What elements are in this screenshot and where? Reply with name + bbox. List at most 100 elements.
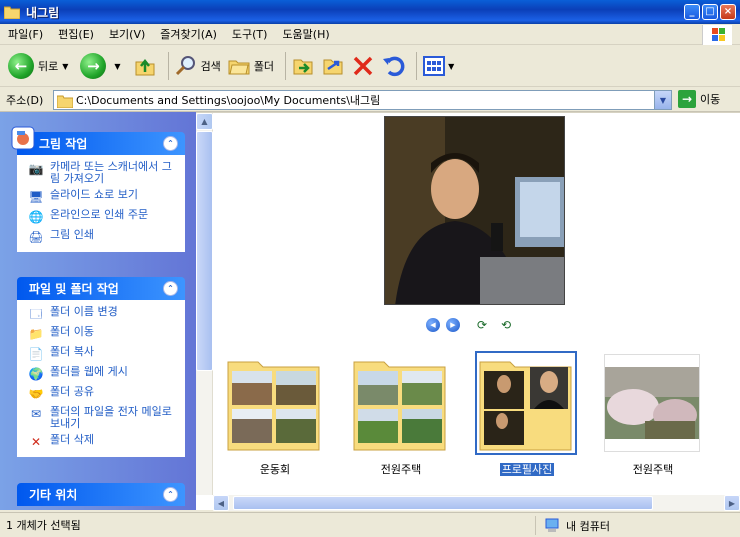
file-tasks-title: 파일 및 폴더 작업 <box>29 282 119 296</box>
task-order-prints-online[interactable]: 🌐 온라인으로 인쇄 주문 <box>28 209 174 225</box>
slideshow-icon: 🖥 <box>28 190 44 204</box>
horizontal-scroll-thumb[interactable] <box>233 496 653 510</box>
task-publish-to-web[interactable]: 🌍 폴더를 웹에 게시 <box>28 366 174 382</box>
thumbnail-item-selected[interactable]: 프로필사진 <box>474 351 580 479</box>
title-bar[interactable]: 내그림 _ □ × <box>0 0 740 24</box>
picture-tasks-body: 📷 카메라 또는 스캐너에서 그림 가져오기 🖥 슬라이드 쇼로 보기 🌐 온라인으로… <box>17 155 185 252</box>
task-label: 폴더 공유 <box>50 385 94 398</box>
up-button[interactable] <box>133 54 157 78</box>
address-input[interactable]: C:\Documents and Settings\oojoo\My Docum… <box>53 90 672 110</box>
folder-icon <box>4 6 20 19</box>
previous-image-icon[interactable]: ◀ <box>426 318 440 332</box>
rotate-counterclockwise-icon[interactable]: ⟲ <box>498 318 514 332</box>
views-button[interactable]: ▼ <box>422 55 460 77</box>
other-places-header[interactable]: 기타 위치 ⌃ <box>17 483 185 506</box>
go-arrow-icon: → <box>678 90 696 108</box>
forward-dropdown-icon[interactable]: ▼ <box>114 62 120 71</box>
camera-icon: 📷 <box>28 162 44 176</box>
file-folder-tasks-panel: 파일 및 폴더 작업 ⌃ 🗔 폴더 이름 변경 📁 폴더 이동 📄 폴더 복사 🌍 폴더… <box>17 277 185 457</box>
task-print-pictures[interactable]: 🖨 그림 인쇄 <box>28 229 174 245</box>
menu-favorites[interactable]: 즐겨찾기(A) <box>160 26 217 42</box>
views-dropdown-icon[interactable]: ▼ <box>448 62 454 71</box>
folder-thumbnail <box>226 354 322 452</box>
status-bar: 1 개체가 선택됨 내 컴퓨터 <box>0 512 740 537</box>
collapse-chevron-icon[interactable]: ⌃ <box>163 136 178 151</box>
windows-logo <box>702 25 732 45</box>
window-title: 내그림 <box>26 5 60 20</box>
picture-tasks-header[interactable]: 그림 작업 ⌃ <box>11 126 185 155</box>
folder-thumbnail <box>475 351 577 455</box>
maximize-button[interactable]: □ <box>702 4 718 20</box>
folder-thumbnail <box>352 354 448 452</box>
close-button[interactable]: × <box>720 4 736 20</box>
minimize-button[interactable]: _ <box>684 4 700 20</box>
task-label: 폴더의 파일을 전자 메일로 보내기 <box>50 405 172 430</box>
scroll-right-button[interactable]: ▶ <box>724 495 740 511</box>
task-rename-folder[interactable]: 🗔 폴더 이름 변경 <box>28 306 174 322</box>
folder-icon <box>353 361 446 451</box>
thumbnail-item[interactable]: 전원주택 <box>600 351 706 479</box>
task-label: 폴더 삭제 <box>50 433 94 446</box>
copy-to-icon <box>323 59 343 75</box>
folders-button[interactable]: 폴더 <box>227 54 274 78</box>
thumbnail-list: 운동회 전원주택 프로필사진 전원주택 <box>222 351 732 479</box>
scroll-up-button[interactable]: ▲ <box>196 113 213 130</box>
delete-button[interactable] <box>351 54 375 78</box>
task-label: 폴더를 웹에 게시 <box>50 365 128 378</box>
menu-file[interactable]: 파일(F) <box>8 26 43 42</box>
other-places-title: 기타 위치 <box>29 488 78 502</box>
task-delete-folder[interactable]: ✕ 폴더 삭제 <box>28 434 174 450</box>
copy-icon: 📄 <box>28 347 44 361</box>
vertical-scroll-thumb[interactable] <box>196 131 213 371</box>
collapse-chevron-icon[interactable]: ⌃ <box>163 281 178 296</box>
collapse-chevron-icon[interactable]: ⌃ <box>163 487 178 502</box>
address-bar: 주소(D) C:\Documents and Settings\oojoo\My… <box>0 88 740 112</box>
status-computer-label: 내 컴퓨터 <box>566 519 610 533</box>
move-folder-icon: 📁 <box>28 327 44 341</box>
vertical-scrollbar[interactable]: ▲ <box>196 113 213 495</box>
thumbnail-item[interactable]: 전원주택 <box>348 351 454 479</box>
views-icon <box>423 56 446 76</box>
task-copy-folder[interactable]: 📄 폴더 복사 <box>28 346 174 362</box>
move-to-icon <box>293 59 313 75</box>
undo-button[interactable] <box>381 54 405 78</box>
horizontal-scrollbar[interactable]: ◀ ▶ <box>213 495 740 511</box>
thumbnail-item[interactable]: 운동회 <box>222 351 328 479</box>
task-move-folder[interactable]: 📁 폴더 이동 <box>28 326 174 342</box>
search-button[interactable]: 검색 <box>174 54 221 78</box>
copy-to-button[interactable] <box>321 54 345 78</box>
web-publish-icon: 🌍 <box>28 367 44 381</box>
back-dropdown-icon[interactable]: ▼ <box>62 62 68 71</box>
address-path: C:\Documents and Settings\oojoo\My Docum… <box>76 94 381 107</box>
forward-button[interactable]: → ▼ <box>80 53 126 79</box>
rotate-clockwise-icon[interactable]: ⟳ <box>474 318 490 332</box>
menu-view[interactable]: 보기(V) <box>109 26 145 42</box>
file-tasks-header[interactable]: 파일 및 폴더 작업 ⌃ <box>17 277 185 300</box>
move-to-button[interactable] <box>291 54 315 78</box>
menu-help[interactable]: 도움말(H) <box>282 26 329 42</box>
task-import-from-camera[interactable]: 📷 카메라 또는 스캐너에서 그림 가져오기 <box>28 161 174 185</box>
folders-icon <box>228 60 250 75</box>
windows-flag-icon <box>712 28 725 41</box>
globe-print-icon: 🌐 <box>28 210 44 224</box>
toolbar-separator <box>167 52 169 80</box>
task-slideshow[interactable]: 🖥 슬라이드 쇼로 보기 <box>28 189 174 205</box>
address-dropdown-icon[interactable]: ▼ <box>654 91 671 109</box>
thumbnail-label: 프로필사진 <box>499 463 555 476</box>
menu-edit[interactable]: 편집(E) <box>58 26 94 42</box>
status-selection: 1 개체가 선택됨 <box>6 519 81 532</box>
back-arrow-icon: ← <box>8 53 34 79</box>
content-area: ▲ ◀ ▶ ⟳ ⟲ 운동회 전원주택 프로필사진 전원주택 ◀ ▶ <box>196 112 740 511</box>
back-button[interactable]: ← 뒤로 ▼ <box>8 53 74 79</box>
rename-icon: 🗔 <box>29 307 43 321</box>
folder-up-icon <box>135 58 155 76</box>
scroll-left-button[interactable]: ◀ <box>213 495 229 511</box>
task-email-files[interactable]: ✉ 폴더의 파일을 전자 메일로 보내기 <box>28 406 174 430</box>
go-button[interactable]: → 이동 <box>678 90 720 108</box>
search-icon <box>175 56 195 76</box>
task-share-folder[interactable]: 🤝 폴더 공유 <box>28 386 174 402</box>
menu-tools[interactable]: 도구(T) <box>232 26 268 42</box>
presenter-photo <box>385 117 564 304</box>
next-image-icon[interactable]: ▶ <box>446 318 460 332</box>
back-label: 뒤로 <box>38 60 59 73</box>
